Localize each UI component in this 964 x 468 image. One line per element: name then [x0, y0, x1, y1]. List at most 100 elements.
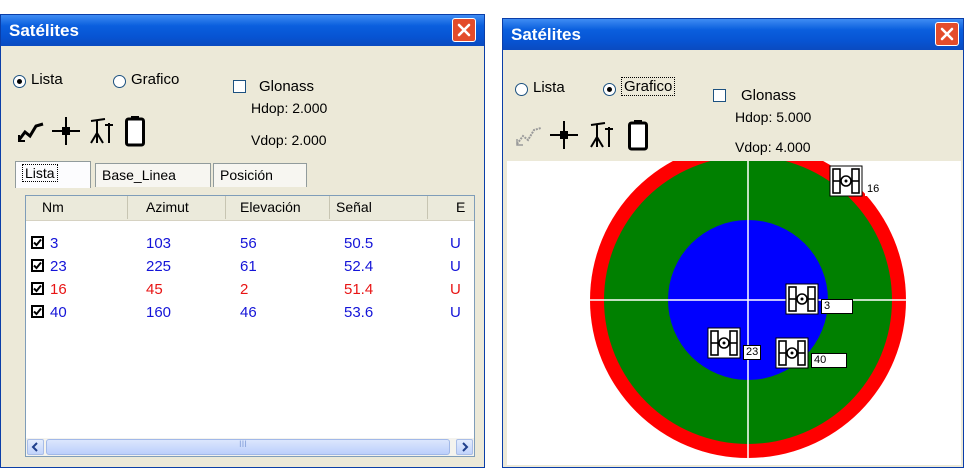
scroll-left-button[interactable] [27, 439, 44, 455]
row-checkbox[interactable] [31, 282, 44, 295]
mode-graph-label: Grafico [131, 71, 180, 88]
battery-icon[interactable] [124, 115, 146, 147]
satellite-label: 16 [865, 183, 882, 196]
mode-list-label: Lista [31, 71, 63, 88]
column-header-nm[interactable]: Nm [26, 196, 128, 219]
cell-elevacion: 56 [240, 235, 257, 252]
chevron-left-icon [31, 442, 38, 452]
cell-azimut: 103 [146, 235, 172, 252]
satellite-label: 40 [811, 353, 847, 368]
cell-nm: 16 [50, 281, 67, 298]
skyplot-area[interactable]: 16 3 23 40 [507, 161, 961, 465]
scroll-right-button[interactable] [456, 439, 473, 455]
title-bar[interactable]: Satélites [1, 15, 484, 46]
checkmark-icon [33, 284, 42, 293]
row-checkbox[interactable] [31, 236, 44, 249]
antenna-icon[interactable] [587, 119, 617, 151]
hdop-value: Hdop: 2.000 [251, 100, 328, 116]
cell-extra: U [450, 258, 461, 275]
cell-nm: 3 [50, 235, 59, 252]
satellite-icon [785, 283, 819, 315]
glonass-label: Glonass [741, 87, 797, 104]
satellites-window-graph: Satélites Lista Grafico Glonass Hdop: 5.… [502, 18, 964, 468]
tab-strip: Lista Base_Linea Posición [15, 161, 485, 191]
cell-azimut: 225 [146, 258, 172, 275]
antenna-icon[interactable] [87, 115, 117, 147]
cell-senal: 52.4 [344, 258, 374, 275]
checkmark-icon [33, 307, 42, 316]
tab-lista[interactable]: Lista [15, 161, 91, 188]
table-row[interactable]: 23 225 61 52.4 U [26, 257, 474, 277]
table-row[interactable]: 16 45 2 51.4 U [26, 280, 474, 300]
mode-graph-radio[interactable] [113, 75, 126, 88]
cell-elevacion: 61 [240, 258, 257, 275]
column-header-elevacion[interactable]: Elevación [226, 196, 330, 219]
glonass-checkbox[interactable] [233, 80, 246, 93]
scroll-thumb-grip: III [239, 440, 247, 450]
horizontal-scrollbar[interactable]: III [26, 438, 474, 456]
tab-base-linea-label: Base_Linea [102, 167, 176, 183]
skyplot [587, 161, 909, 465]
cell-senal: 50.5 [344, 235, 374, 252]
table-row[interactable]: 40 160 46 53.6 U [26, 303, 474, 323]
satellite-marker[interactable]: 3 [785, 283, 865, 317]
scroll-thumb[interactable]: III [46, 439, 450, 455]
mode-list-radio[interactable] [515, 83, 528, 96]
battery-icon[interactable] [627, 119, 649, 151]
mode-graph-radio[interactable] [603, 83, 616, 96]
vdop-value: Vdop: 2.000 [251, 132, 327, 148]
list-header: Nm Azimut Elevación Señal E [26, 196, 474, 221]
crosshair-icon[interactable] [549, 119, 579, 151]
mode-list-label: Lista [533, 79, 565, 96]
satellite-icon [775, 337, 809, 369]
cell-nm: 40 [50, 304, 67, 321]
signal-graph-icon[interactable] [515, 125, 545, 147]
mode-list-radio[interactable] [13, 75, 26, 88]
tab-posicion-label: Posición [220, 167, 273, 183]
cell-extra: U [450, 304, 461, 321]
checkmark-icon [33, 261, 42, 270]
cell-elevacion: 46 [240, 304, 257, 321]
satellite-icon [829, 165, 863, 197]
cell-azimut: 160 [146, 304, 172, 321]
vdop-value: Vdop: 4.000 [735, 139, 811, 155]
close-icon [457, 23, 471, 37]
title-bar[interactable]: Satélites [503, 19, 963, 50]
column-header-senal[interactable]: Señal [330, 196, 428, 219]
tab-posicion[interactable]: Posición [213, 163, 307, 187]
row-checkbox[interactable] [31, 259, 44, 272]
tab-lista-label: Lista [22, 164, 58, 182]
cell-extra: U [450, 235, 461, 252]
satellite-list[interactable]: Nm Azimut Elevación Señal E 3 103 56 50.5 U 2… [25, 195, 475, 457]
crosshair-icon[interactable] [51, 115, 81, 147]
close-button[interactable] [452, 18, 476, 42]
glonass-checkbox[interactable] [713, 89, 726, 102]
satellite-label: 23 [743, 345, 762, 360]
chevron-right-icon [462, 442, 469, 452]
satellite-icon [707, 327, 741, 359]
satellite-label: 3 [821, 299, 853, 314]
tab-base-linea[interactable]: Base_Linea [95, 163, 211, 187]
column-header-e[interactable]: E [428, 196, 474, 219]
close-button[interactable] [935, 22, 959, 46]
satellites-window-list: Satélites Lista Grafico Glonass Hdop: 2.… [0, 14, 485, 468]
cell-elevacion: 2 [240, 281, 249, 298]
cell-nm: 23 [50, 258, 67, 275]
column-header-azimut[interactable]: Azimut [128, 196, 226, 219]
signal-graph-icon[interactable] [17, 121, 47, 143]
table-row[interactable]: 3 103 56 50.5 U [26, 234, 474, 254]
checkmark-icon [33, 238, 42, 247]
cell-extra: U [450, 281, 461, 298]
glonass-label: Glonass [259, 78, 315, 95]
cell-senal: 51.4 [344, 281, 374, 298]
satellite-marker[interactable]: 16 [829, 165, 889, 199]
window-title: Satélites [9, 21, 79, 40]
close-icon [940, 27, 954, 41]
mode-graph-label: Grafico [621, 77, 676, 96]
window-title: Satélites [511, 25, 581, 44]
cell-senal: 53.6 [344, 304, 374, 321]
hdop-value: Hdop: 5.000 [735, 109, 812, 125]
cell-azimut: 45 [146, 281, 163, 298]
row-checkbox[interactable] [31, 305, 44, 318]
satellite-marker[interactable]: 40 [775, 337, 855, 371]
